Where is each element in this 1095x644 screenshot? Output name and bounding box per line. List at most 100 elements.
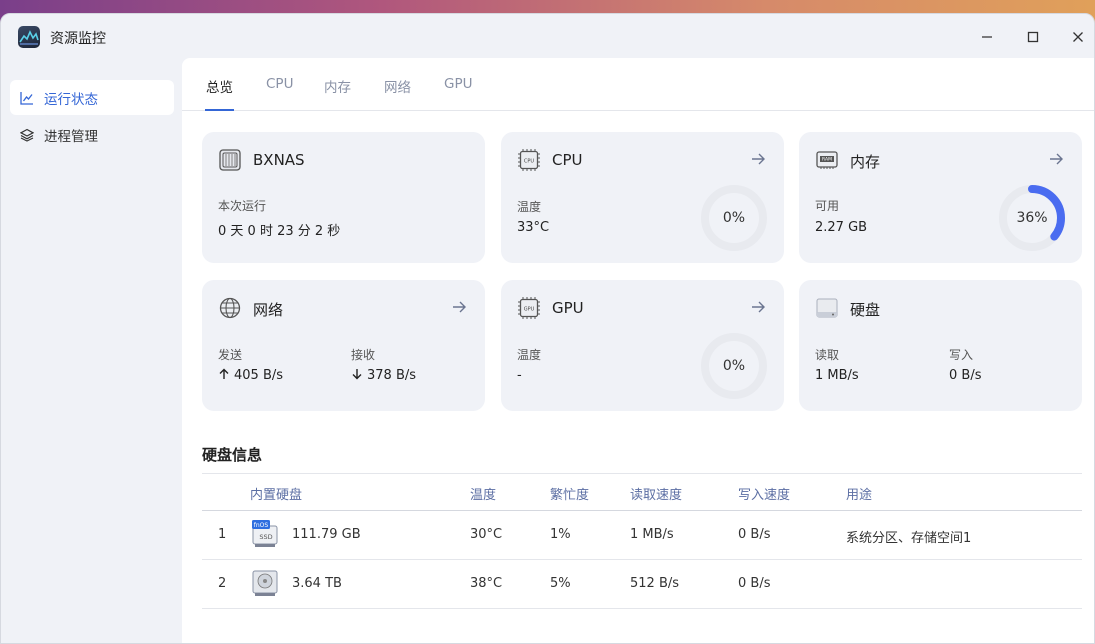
tab-gpu[interactable]: GPU [444,76,472,111]
card-title: 内存 [850,153,881,171]
ssd-icon: fnOS SSD [252,520,278,548]
main-content: 总览 CPU 内存 网络 GPU BXNAS 本次运行 0 天 0 时 23 分… [182,58,1094,643]
column-header[interactable]: 读取速度 [630,484,682,503]
arrow-right-icon[interactable] [1048,151,1064,167]
tab-overview[interactable]: 总览 [205,76,234,111]
cpu-usage-ring: 0% [699,183,769,253]
cpu-chip-icon: CPU [517,148,541,172]
uptime-label: 本次运行 [218,199,267,213]
network-card[interactable]: 网络 发送 405 B/s 接收 378 B/s [202,280,485,411]
cpu-card[interactable]: CPU CPU 温度 33°C 0% [501,132,784,263]
server-icon [218,148,242,172]
disk-usage: 系统分区、存储空间1 [846,531,972,546]
minimize-icon [982,36,992,38]
cpu-temp-label: 温度 [517,200,542,214]
table-header: 内置硬盘 温度 繁忙度 读取速度 写入速度 用途 [202,473,1082,511]
close-icon [1073,32,1083,42]
sidebar: 运行状态 进程管理 [1,58,182,643]
arrow-down-icon [352,369,362,380]
table-row[interactable]: 1 fnOS SSD 111.79 GB 30°C 1% 1 MB/s 0 B/s… [202,511,1082,560]
disk-temp: 38°C [470,576,503,591]
app-window: 资源监控 运行状态 进程管理 总览 CPU 内存 网络 GPU BXNAS 本次… [0,13,1095,644]
memory-usage-percent: 36% [1016,210,1048,226]
ram-icon: RAM [815,148,839,172]
disk-busy: 5% [550,576,571,591]
network-send-value: 405 B/s [218,368,283,383]
memory-usage-ring: 36% [997,183,1067,253]
column-header[interactable]: 用途 [846,484,872,503]
disk-info-title: 硬盘信息 [202,446,263,464]
system-card: BXNAS 本次运行 0 天 0 时 23 分 2 秒 [202,132,485,263]
svg-text:GPU: GPU [524,307,535,313]
memory-avail-label: 可用 [815,199,840,213]
gpu-card[interactable]: GPU GPU 温度 - 0% [501,280,784,411]
row-index: 2 [218,576,227,591]
disk-write-label: 写入 [949,348,974,362]
arrow-right-icon[interactable] [750,151,766,167]
globe-icon [218,296,242,320]
card-title: CPU [552,151,583,169]
memory-avail-value: 2.27 GB [815,220,868,235]
card-title: GPU [552,299,584,317]
arrow-right-icon[interactable] [451,299,467,315]
hdd-icon [252,569,278,597]
disk-size: 111.79 GB [292,527,361,542]
network-recv-label: 接收 [351,348,376,362]
arrow-right-icon[interactable] [750,299,766,315]
title-bar: 资源监控 [1,14,1094,58]
tab-memory[interactable]: 内存 [324,76,351,111]
resource-monitor-app-icon [18,26,40,48]
svg-text:RAM: RAM [822,157,832,163]
disk-write-speed: 0 B/s [738,576,771,591]
card-title: 网络 [253,301,284,319]
svg-text:CPU: CPU [524,159,535,165]
tab-cpu[interactable]: CPU [266,76,293,111]
svg-text:fnOS: fnOS [254,522,269,529]
disk-read-speed: 1 MB/s [630,527,674,542]
svg-text:SSD: SSD [259,533,272,541]
disk-write-value: 0 B/s [949,368,982,383]
column-header[interactable]: 繁忙度 [550,484,589,503]
disk-busy: 1% [550,527,571,542]
network-recv-value: 378 B/s [351,368,416,383]
disk-read-value: 1 MB/s [815,368,859,383]
maximize-icon [1027,31,1039,43]
arrow-up-icon [219,368,229,379]
uptime-value: 0 天 0 时 23 分 2 秒 [218,224,341,239]
column-header[interactable]: 内置硬盘 [250,484,302,503]
gpu-usage-ring: 0% [699,331,769,401]
cpu-temp-value: 33°C [517,220,550,235]
layers-icon [20,128,34,142]
disk-read-label: 读取 [815,348,840,362]
network-send-label: 发送 [218,348,243,362]
row-index: 1 [218,527,227,542]
disk-info-table: 内置硬盘 温度 繁忙度 读取速度 写入速度 用途 1 fnOS SSD 111.7… [202,473,1082,609]
disk-write-speed: 0 B/s [738,527,771,542]
gpu-temp-label: 温度 [517,348,542,362]
close-button[interactable] [1066,25,1090,49]
minimize-button[interactable] [975,25,999,49]
sidebar-item-label: 运行状态 [44,91,98,108]
tab-network[interactable]: 网络 [384,76,411,111]
sidebar-item-label: 进程管理 [44,128,98,145]
column-header[interactable]: 写入速度 [738,484,790,503]
cpu-usage-percent: 0% [722,210,746,226]
memory-card[interactable]: RAM 内存 可用 2.27 GB 36% [799,132,1082,263]
table-row[interactable]: 2 3.64 TB 38°C 5% 512 B/s 0 B/s [202,560,1082,609]
disk-card: 硬盘 读取 1 MB/s 写入 0 B/s [799,280,1082,411]
disk-temp: 30°C [470,527,503,542]
card-title: BXNAS [253,151,305,169]
sidebar-item-status[interactable]: 运行状态 [10,80,174,115]
app-title: 资源监控 [50,31,106,47]
sidebar-item-processes[interactable]: 进程管理 [10,117,174,152]
column-header[interactable]: 温度 [470,484,496,503]
gpu-temp-value: - [517,368,522,383]
disk-size: 3.64 TB [292,576,342,591]
card-title: 硬盘 [850,301,881,319]
maximize-button[interactable] [1021,25,1045,49]
gpu-usage-percent: 0% [722,358,746,374]
hard-drive-icon [815,296,839,320]
line-chart-icon [20,91,34,105]
disk-read-speed: 512 B/s [630,576,680,591]
tab-bar: 总览 CPU 内存 网络 GPU [182,58,1094,111]
